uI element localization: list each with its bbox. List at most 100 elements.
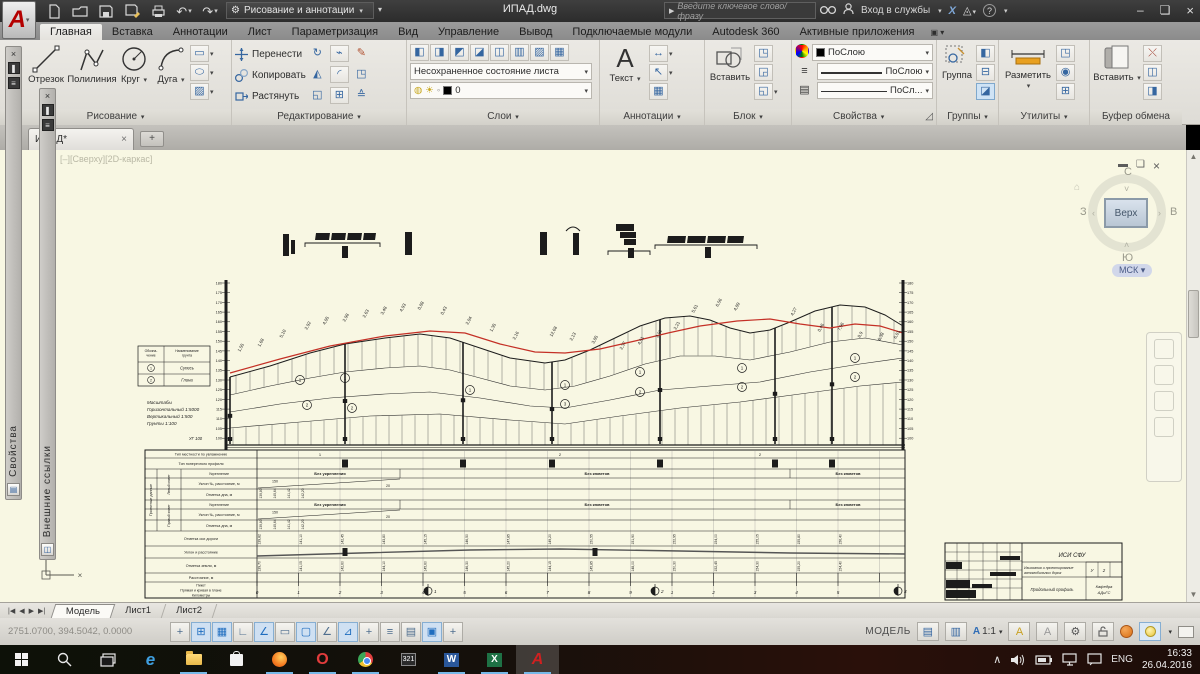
action-center-icon[interactable] bbox=[1087, 653, 1102, 666]
group-selection-icon[interactable]: ◪ bbox=[976, 83, 995, 100]
nav-orbit-icon[interactable] bbox=[1154, 417, 1174, 437]
fillet-icon[interactable]: ◜ bbox=[330, 66, 349, 83]
signin-user-icon[interactable] bbox=[843, 3, 854, 18]
quick-calc-icon[interactable]: ⊞ bbox=[1056, 83, 1075, 100]
ribbon-tab-Параметризация[interactable]: Параметризация bbox=[282, 24, 388, 40]
ellipse-icon[interactable]: ⬭ bbox=[190, 64, 209, 81]
paste-special-icon[interactable]: ◨ bbox=[1143, 83, 1162, 100]
search-binoculars-icon[interactable] bbox=[820, 4, 836, 18]
taskbar-chrome[interactable] bbox=[344, 645, 387, 674]
nav-pan-icon[interactable] bbox=[1154, 365, 1174, 385]
status-menu-icon[interactable]: ▾ bbox=[1168, 628, 1172, 636]
layout-tab-nav[interactable]: |◀◀▶▶| bbox=[0, 607, 53, 615]
application-menu-button[interactable]: A▾ bbox=[2, 1, 36, 39]
id-point-icon[interactable]: ◉ bbox=[1056, 64, 1075, 81]
arc-button[interactable]: Дуга ▾ bbox=[154, 42, 188, 109]
lock-ui-icon[interactable] bbox=[1092, 622, 1114, 641]
scale-icon[interactable]: ◱ bbox=[308, 87, 327, 104]
hatch-icon[interactable]: ▨ bbox=[190, 83, 209, 100]
navigation-bar[interactable] bbox=[1146, 332, 1182, 482]
panel-label-modify[interactable]: Редактирование ▾ bbox=[232, 109, 406, 125]
plot-icon[interactable] bbox=[148, 3, 168, 20]
quick-select-icon[interactable]: ◳ bbox=[1056, 45, 1075, 62]
drawing-quickview-icon[interactable]: ▥ bbox=[945, 622, 967, 641]
group-edit-icon[interactable]: ⊟ bbox=[976, 64, 995, 81]
new-icon[interactable] bbox=[44, 3, 64, 20]
new-drawing-tab-button[interactable]: + bbox=[140, 131, 164, 147]
ribbon-tab-Активные приложения[interactable]: Активные приложения bbox=[790, 24, 925, 40]
search-arrow-icon[interactable]: ▶ bbox=[669, 7, 674, 15]
maximize-button[interactable]: ❏ bbox=[1160, 3, 1171, 17]
layer-unlock-icon[interactable]: ◦ bbox=[437, 85, 440, 96]
ribbon-collapse-icon[interactable]: ▣ ▾ bbox=[930, 28, 944, 40]
panel-label-layers[interactable]: Слои ▾ bbox=[407, 109, 599, 125]
palette-autohide-icon[interactable]: ❚ bbox=[8, 62, 20, 74]
block-editor-icon[interactable]: ◱ bbox=[754, 83, 773, 100]
open-icon[interactable] bbox=[70, 3, 90, 20]
layer-match-icon[interactable]: ▥ bbox=[510, 44, 529, 61]
taskbar-excel[interactable]: X bbox=[473, 645, 516, 674]
task-view-button[interactable] bbox=[86, 645, 129, 674]
toggle-transparency[interactable]: ▤ bbox=[401, 622, 421, 642]
viewcube-east[interactable]: В bbox=[1170, 206, 1177, 218]
layer-lock-icon[interactable]: ◫ bbox=[490, 44, 509, 61]
toggle-osnap[interactable]: ▭ bbox=[275, 622, 295, 642]
taskbar-opera[interactable]: O bbox=[301, 645, 344, 674]
group-button[interactable]: Группа bbox=[940, 42, 974, 109]
layer-off-icon[interactable]: ◨ bbox=[430, 44, 449, 61]
toggle-quick-properties[interactable]: ▣ bbox=[422, 622, 442, 642]
panel-label-groups[interactable]: Группы ▾ bbox=[937, 109, 998, 125]
panel-label-annotation[interactable]: Аннотации ▾ bbox=[600, 109, 704, 125]
redo-icon[interactable]: ↷▾ bbox=[200, 3, 220, 20]
a360-icon[interactable]: ◬▾ bbox=[963, 4, 976, 17]
panel-label-block[interactable]: Блок ▾ bbox=[705, 109, 791, 125]
toggle-lineweight[interactable]: ≡ bbox=[380, 622, 400, 642]
ribbon-tab-Подключаемые модули[interactable]: Подключаемые модули bbox=[562, 24, 702, 40]
language-indicator[interactable]: ENG bbox=[1111, 654, 1133, 665]
layer-sun-icon[interactable]: ☀ bbox=[425, 85, 434, 96]
annotation-scale-dropdown[interactable]: A 1:1 ▾ bbox=[973, 626, 1003, 637]
drawing-canvas[interactable]: [–][Сверху][2D-каркас] 18017517016516015… bbox=[0, 150, 1186, 602]
ribbon-tab-Аннотации[interactable]: Аннотации bbox=[163, 24, 238, 40]
palette-close-icon[interactable]: × bbox=[11, 49, 16, 59]
viewcube[interactable]: ⌂ С Ю З В ‹ › ˅ ˄ Верх МСК ▾ bbox=[1078, 168, 1182, 286]
copy-button[interactable]: Копировать bbox=[235, 67, 306, 85]
palette-menu-icon[interactable]: ≡ bbox=[8, 77, 20, 89]
file-tab-close-icon[interactable]: × bbox=[121, 134, 127, 145]
toggle-ortho[interactable]: ∟ bbox=[233, 622, 253, 642]
rotate-icon[interactable]: ↻ bbox=[308, 45, 327, 62]
clock[interactable]: 16:33 26.04.2016 bbox=[1142, 648, 1192, 672]
scrollbar-thumb[interactable] bbox=[1188, 290, 1199, 338]
linetype-dropdown[interactable]: ПоСл...▾ bbox=[817, 82, 933, 99]
viewcube-top-face[interactable]: Верх bbox=[1104, 198, 1148, 228]
layer-properties-icon[interactable]: ◧ bbox=[410, 44, 429, 61]
workspace-switcher[interactable]: ⚙ Рисование и аннотации ▾ bbox=[226, 2, 374, 19]
insert-block-button[interactable]: Вставить bbox=[708, 42, 752, 109]
palette-xref[interactable]: × ❚ ≡ Внешние ссылки ◫ bbox=[39, 88, 56, 560]
layer-prev-icon[interactable]: ▨ bbox=[530, 44, 549, 61]
taskbar-firefox[interactable] bbox=[258, 645, 301, 674]
scroll-up-icon[interactable]: ▲ bbox=[1187, 150, 1200, 164]
tray-expand-icon[interactable]: ∧ bbox=[993, 653, 1001, 666]
ribbon-tab-Autodesk 360[interactable]: Autodesk 360 bbox=[702, 24, 789, 40]
close-button[interactable]: × bbox=[1186, 3, 1194, 18]
toggle-osnap-3d[interactable]: ▢ bbox=[296, 622, 316, 642]
stretch-button[interactable]: Растянуть bbox=[235, 88, 306, 106]
taskbar-explorer[interactable] bbox=[172, 645, 215, 674]
text-button[interactable]: A Текст ▾ bbox=[603, 42, 647, 109]
explode-icon[interactable]: ◳ bbox=[352, 66, 371, 83]
ribbon-tab-Вид[interactable]: Вид bbox=[388, 24, 428, 40]
circle-button[interactable]: Круг ▾ bbox=[116, 42, 152, 109]
layer-freeze-icon[interactable]: ◪ bbox=[470, 44, 489, 61]
dimension-icon[interactable]: ↔ bbox=[649, 45, 668, 62]
layout-tab-Лист1[interactable]: Лист1 bbox=[111, 604, 166, 618]
scroll-down-icon[interactable]: ▼ bbox=[1187, 588, 1200, 602]
taskbar-mpc[interactable]: 321 bbox=[387, 645, 430, 674]
clean-screen-button[interactable] bbox=[1178, 626, 1194, 638]
toggle-grid-display[interactable]: ▦ bbox=[212, 622, 232, 642]
help-icon[interactable]: ? bbox=[983, 4, 996, 17]
offset-icon[interactable]: ≙ bbox=[352, 87, 371, 104]
taskbar-edge[interactable]: e bbox=[129, 645, 172, 674]
annotation-visibility-icon[interactable]: A bbox=[1008, 622, 1030, 641]
table-icon[interactable]: ▦ bbox=[649, 83, 668, 100]
